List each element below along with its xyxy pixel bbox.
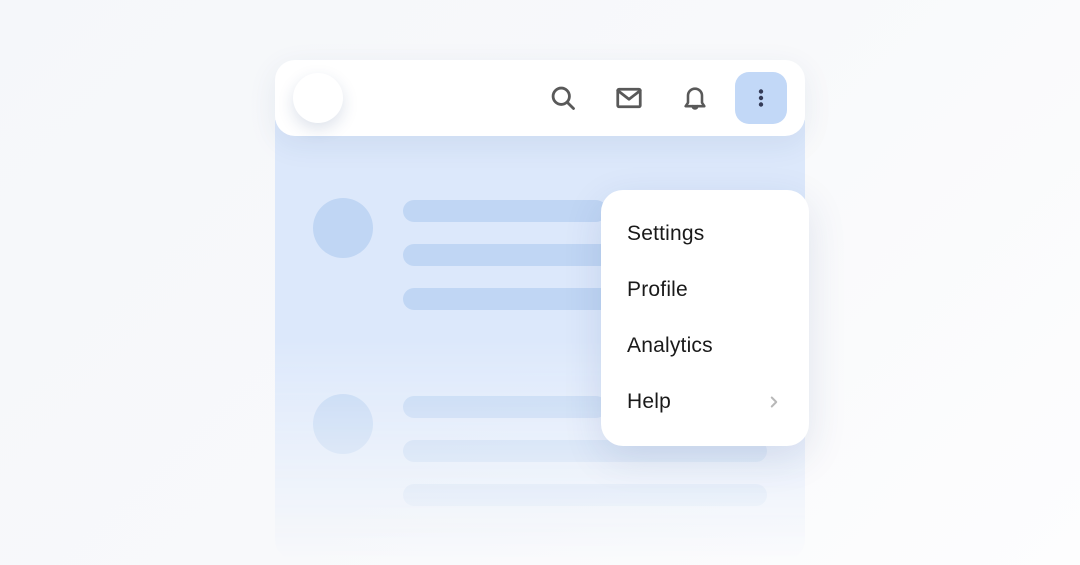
dropdown-menu: Settings Profile Analytics Help <box>601 190 809 446</box>
chevron-right-icon <box>765 393 783 411</box>
list-avatar-placeholder <box>313 198 373 258</box>
skeleton-line <box>403 200 607 222</box>
list-avatar-placeholder <box>313 394 373 454</box>
search-icon <box>549 84 577 112</box>
topbar <box>275 60 805 136</box>
avatar[interactable] <box>293 73 343 123</box>
more-vertical-icon <box>749 86 773 110</box>
app-window: Settings Profile Analytics Help <box>275 60 805 565</box>
dropdown-item-label: Analytics <box>627 334 713 358</box>
mail-button[interactable] <box>603 72 655 124</box>
dropdown-item-label: Settings <box>627 222 704 246</box>
more-button[interactable] <box>735 72 787 124</box>
dropdown-item-analytics[interactable]: Analytics <box>601 318 809 374</box>
mail-icon <box>614 83 644 113</box>
dropdown-item-profile[interactable]: Profile <box>601 262 809 318</box>
dropdown-item-settings[interactable]: Settings <box>601 206 809 262</box>
dropdown-item-label: Help <box>627 390 671 414</box>
search-button[interactable] <box>537 72 589 124</box>
dropdown-item-help[interactable]: Help <box>601 374 809 430</box>
bell-icon <box>681 84 709 112</box>
dropdown-item-label: Profile <box>627 278 688 302</box>
skeleton-line <box>403 484 767 506</box>
notifications-button[interactable] <box>669 72 721 124</box>
skeleton-line <box>403 396 607 418</box>
